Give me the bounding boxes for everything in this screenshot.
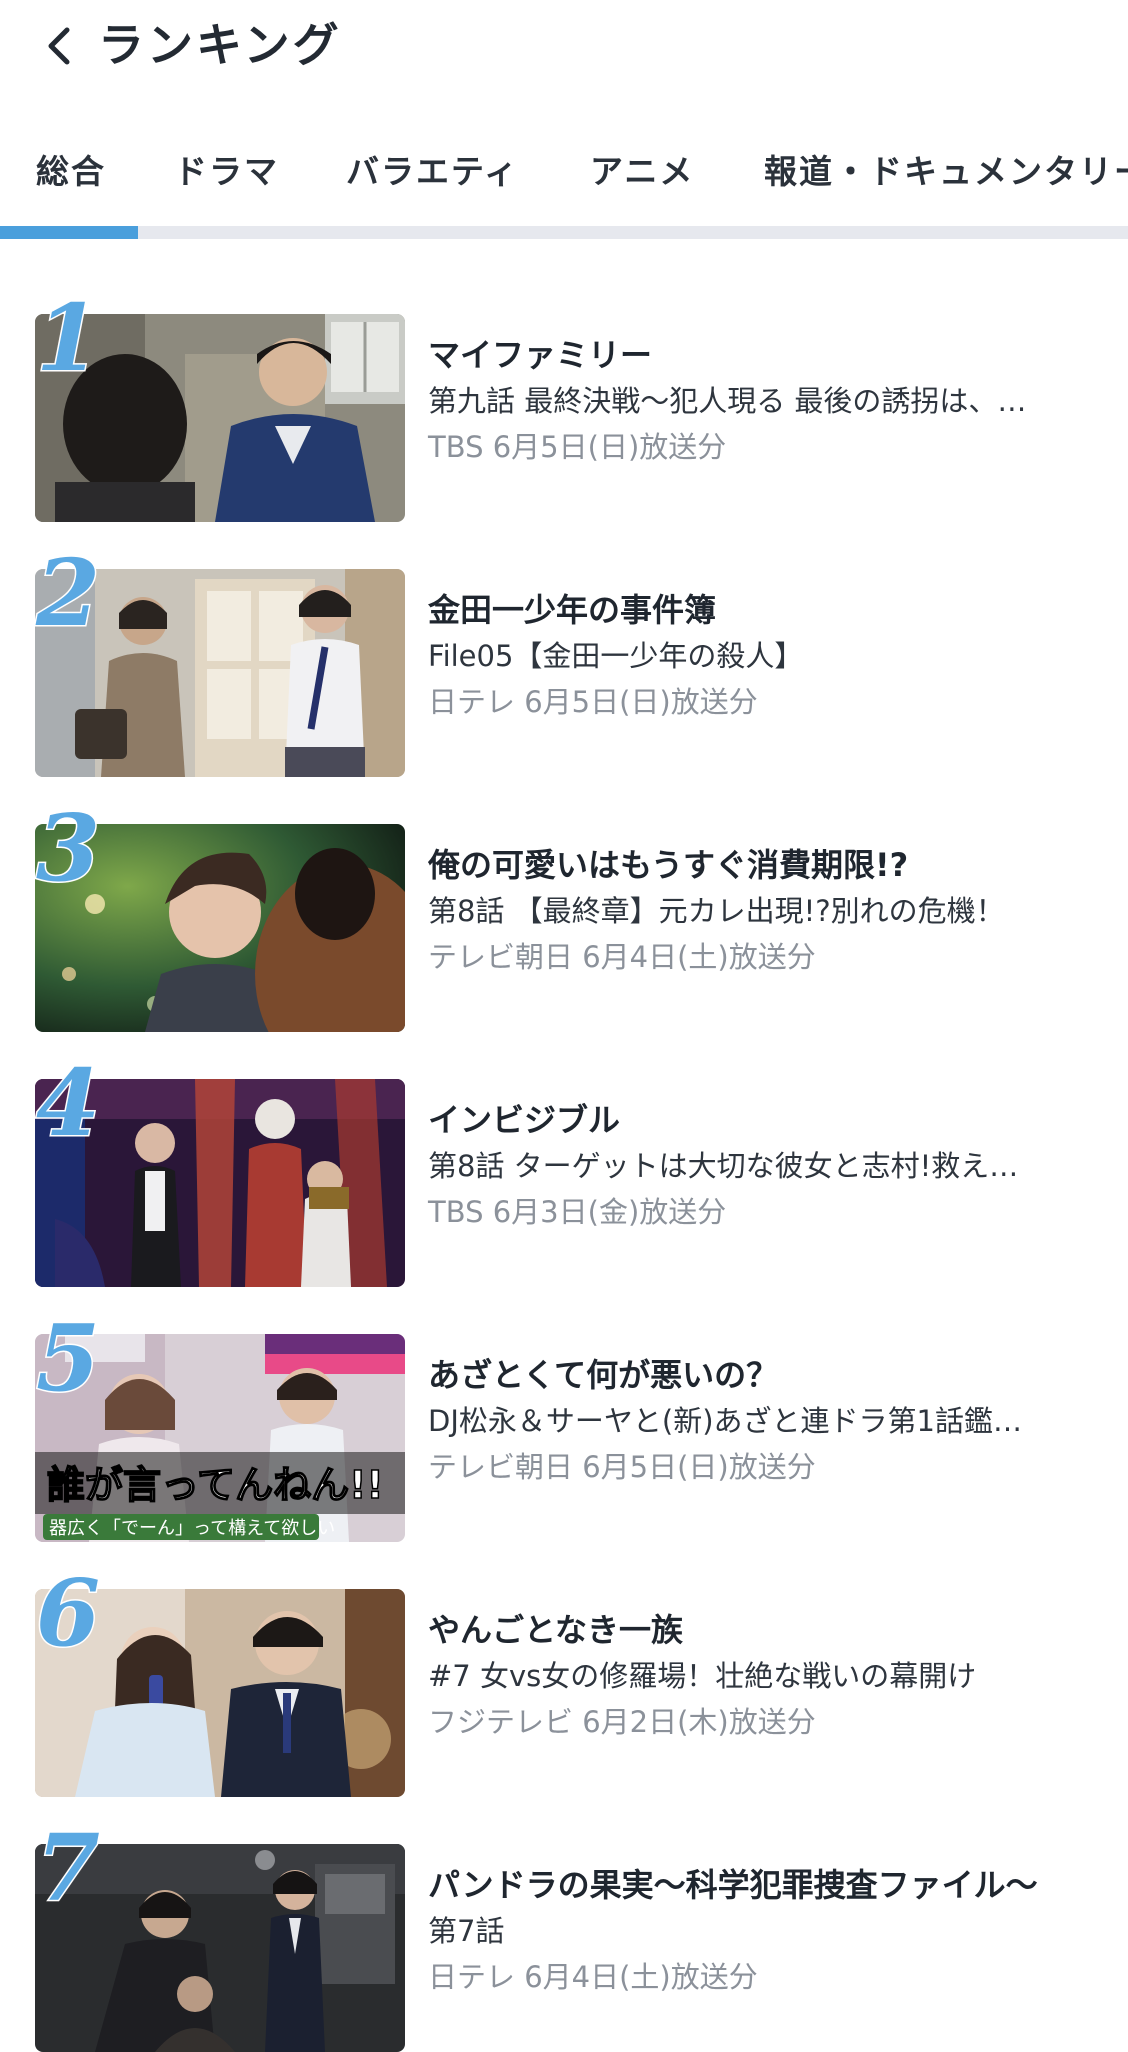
episode-description: 第7話 [428,1914,505,1948]
program-info: あざとくて何が悪いの？ DJ松永＆サーヤと(新)あざと連ドラ第1話鑑… テレビ朝… [428,1352,1088,1490]
thumbnail-caption-main: 誰が言ってんねん!! [47,1463,384,1507]
broadcast-info: テレビ朝日 6月4日(土)放送分 [428,940,816,974]
tab-active-indicator [0,226,138,239]
rank-number: 3 [34,794,101,902]
ranking-item[interactable]: 4 インビジブル 第8話 ターゲットは大切な彼女と志村!救え… TBS 6月3日… [0,1049,1128,1287]
ranking-item[interactable]: 誰が言ってんねん!! 器広く「でーん」って構えて欲しい 5 あざとくて何が悪いの… [0,1304,1128,1542]
ranking-item[interactable]: 1 マイファミリー 第九話 最終決戦〜犯人現る 最後の誘拐は、… TBS 6月5… [0,284,1128,522]
chevron-left-icon [48,27,70,65]
rank-number: 5 [34,1304,101,1412]
program-title: 俺の可愛いはもうすぐ消費期限!? [428,846,909,884]
ranking-item[interactable]: 3 俺の可愛いはもうすぐ消費期限!? 第8話 【最終章】元カレ出現!?別れの危機… [0,794,1128,1032]
episode-description: 第8話 ターゲットは大切な彼女と志村!救え… [428,1149,1019,1183]
broadcast-info: テレビ朝日 6月5日(日)放送分 [428,1450,816,1484]
episode-description: #7 女vs女の修羅場！壮絶な戦いの幕開け [428,1659,977,1693]
program-title: パンドラの果実〜科学犯罪捜査ファイル〜 [428,1866,1038,1904]
broadcast-info: 日テレ 6月5日(日)放送分 [428,685,758,719]
tab-anime[interactable]: アニメ [590,148,694,196]
tab-news-documentary[interactable]: 報道・ドキュメンタリー [764,148,1128,196]
ranking-item[interactable]: 6 やんごとなき一族 #7 女vs女の修羅場！壮絶な戦いの幕開け フジテレビ 6… [0,1559,1128,1797]
program-title: マイファミリー [428,336,653,374]
broadcast-info: フジテレビ 6月2日(木)放送分 [428,1705,816,1739]
ranking-item[interactable]: 2 金田一少年の事件簿 File05【金田一少年の殺人】 日テレ 6月5日(日)… [0,539,1128,777]
category-tabs: 総合 ドラマ バラエティ アニメ 報道・ドキュメンタリー [0,128,1128,240]
program-info: インビジブル 第8話 ターゲットは大切な彼女と志村!救え… TBS 6月3日(金… [428,1097,1088,1235]
rank-number: 6 [34,1559,101,1667]
program-title: 金田一少年の事件簿 [428,591,717,629]
page-title: ランキング [98,18,342,72]
episode-description: File05【金田一少年の殺人】 [428,639,804,673]
top-bar: ランキング [0,0,1128,90]
back-button[interactable] [38,18,78,74]
program-info: やんごとなき一族 #7 女vs女の修羅場！壮絶な戦いの幕開け フジテレビ 6月2… [428,1607,1088,1745]
tab-track [0,226,1128,239]
broadcast-info: 日テレ 6月4日(土)放送分 [428,1960,758,1994]
program-title: やんごとなき一族 [428,1611,684,1649]
ranking-item[interactable]: 7 パンドラの果実〜科学犯罪捜査ファイル〜 第7話 日テレ 6月4日(土)放送分 [0,1814,1128,2052]
program-info: マイファミリー 第九話 最終決戦〜犯人現る 最後の誘拐は、… TBS 6月5日(… [428,332,1088,470]
broadcast-info: TBS 6月5日(日)放送分 [428,430,727,464]
rank-number: 2 [34,539,101,647]
episode-description: DJ松永＆サーヤと(新)あざと連ドラ第1話鑑… [428,1404,1022,1438]
program-info: 金田一少年の事件簿 File05【金田一少年の殺人】 日テレ 6月5日(日)放送… [428,587,1088,725]
rank-number: 4 [34,1049,101,1157]
episode-description: 第九話 最終決戦〜犯人現る 最後の誘拐は、… [428,384,1027,418]
program-info: パンドラの果実〜科学犯罪捜査ファイル〜 第7話 日テレ 6月4日(土)放送分 [428,1862,1088,2000]
tab-drama[interactable]: ドラマ [174,148,279,196]
episode-description: 第8話 【最終章】元カレ出現!?別れの危機！ [428,894,1005,928]
broadcast-info: TBS 6月3日(金)放送分 [428,1195,727,1229]
tab-overall[interactable]: 総合 [36,148,106,196]
rank-number: 7 [34,1814,101,1922]
program-title: あざとくて何が悪いの？ [428,1356,779,1394]
program-info: 俺の可愛いはもうすぐ消費期限!? 第8話 【最終章】元カレ出現!?別れの危機！ … [428,842,1088,980]
program-title: インビジブル [428,1101,621,1139]
thumbnail-caption-sub: 器広く「でーん」って構えて欲しい [49,1518,335,1539]
tab-variety[interactable]: バラエティ [346,148,519,196]
rank-number: 1 [34,284,101,392]
